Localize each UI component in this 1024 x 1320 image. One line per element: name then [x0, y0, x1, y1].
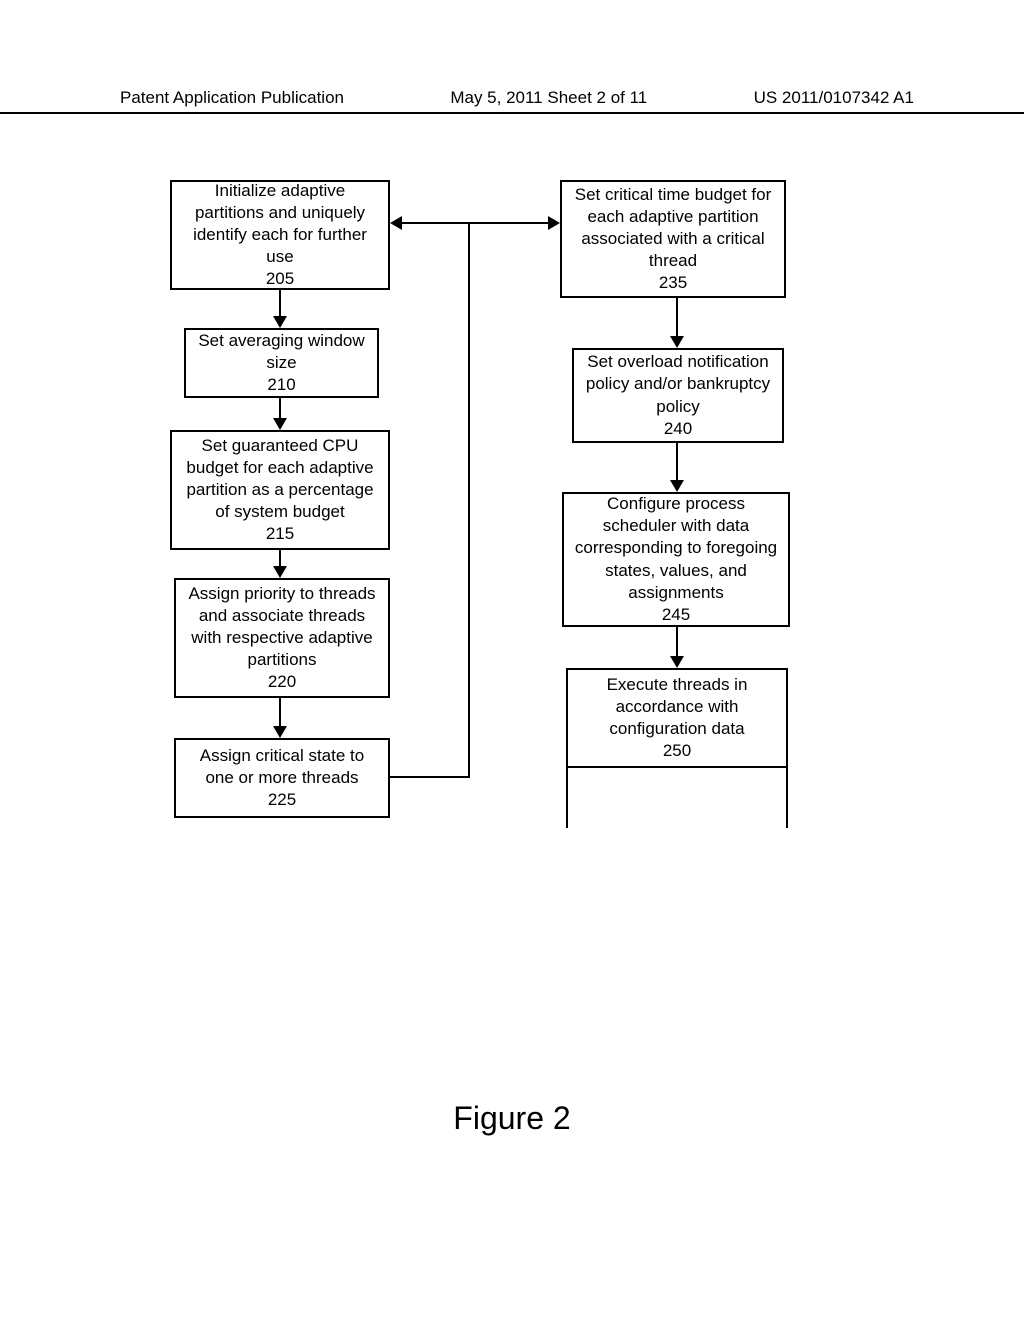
- arrowhead-to-235: [548, 216, 560, 230]
- arrow-205-210: [279, 290, 281, 318]
- box-245: Configure process scheduler with data co…: [562, 492, 790, 627]
- arrowhead-215-220: [273, 566, 287, 578]
- box-215: Set guaranteed CPU budget for each adapt…: [170, 430, 390, 550]
- header-mid: May 5, 2011 Sheet 2 of 11: [450, 88, 647, 108]
- arrow-240-245: [676, 443, 678, 482]
- page: Patent Application Publication May 5, 20…: [0, 0, 1024, 1320]
- figure-label: Figure 2: [0, 1100, 1024, 1137]
- box-205: Initialize adaptive partitions and uniqu…: [170, 180, 390, 290]
- arrow-210-215: [279, 398, 281, 420]
- header-right: US 2011/0107342 A1: [754, 88, 914, 108]
- arrow-235-240: [676, 298, 678, 338]
- box-240: Set overload notification policy and/or …: [572, 348, 784, 443]
- arrowhead-220-225: [273, 726, 287, 738]
- tail-left: [566, 768, 568, 828]
- box-220: Assign priority to threads and associate…: [174, 578, 390, 698]
- connector-225-out: [390, 776, 470, 778]
- arrowhead-240-245: [670, 480, 684, 492]
- box-250: Execute threads in accordance with confi…: [566, 668, 788, 768]
- arrow-220-225: [279, 698, 281, 728]
- connector-vertical: [468, 222, 470, 778]
- connector-to-235: [468, 222, 548, 224]
- arrowhead-245-250: [670, 656, 684, 668]
- arrowhead-205-210: [273, 316, 287, 328]
- box-235: Set critical time budget for each adapti…: [560, 180, 786, 298]
- box-210: Set averaging window size210: [184, 328, 379, 398]
- arrowhead-235-240: [670, 336, 684, 348]
- tail-right: [786, 768, 788, 828]
- header-left: Patent Application Publication: [120, 88, 344, 108]
- page-header: Patent Application Publication May 5, 20…: [0, 88, 1024, 114]
- arrowhead-210-215: [273, 418, 287, 430]
- arrowhead-to-205: [390, 216, 402, 230]
- arrow-245-250: [676, 627, 678, 657]
- connector-to-205: [402, 222, 470, 224]
- box-225: Assign critical state to one or more thr…: [174, 738, 390, 818]
- flowchart-diagram: Initialize adaptive partitions and uniqu…: [160, 180, 870, 950]
